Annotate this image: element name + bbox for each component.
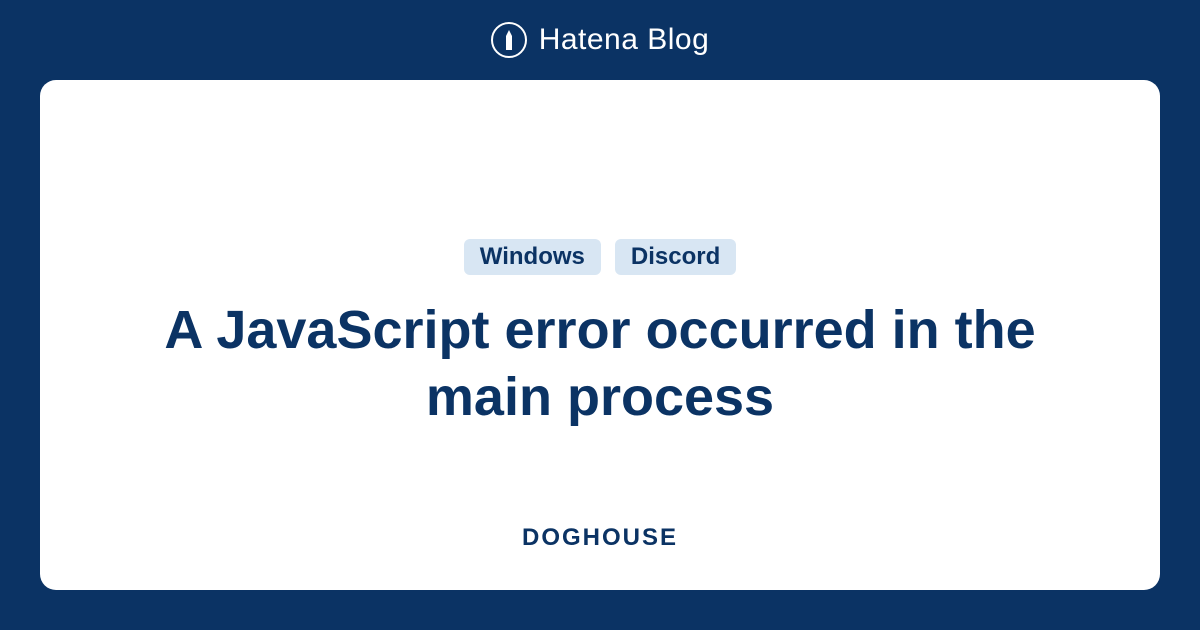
article-title: A JavaScript error occurred in the main …	[150, 297, 1050, 432]
tag-item[interactable]: Windows	[464, 239, 601, 275]
brand-name: Hatena Blog	[539, 23, 710, 57]
tag-list: Windows Discord	[464, 239, 736, 275]
content-card: Windows Discord A JavaScript error occur…	[40, 80, 1160, 590]
header: Hatena Blog	[0, 0, 1200, 80]
tag-item[interactable]: Discord	[615, 239, 736, 275]
hatena-logo-icon	[491, 22, 527, 58]
author-name: DOGHOUSE	[522, 524, 678, 552]
